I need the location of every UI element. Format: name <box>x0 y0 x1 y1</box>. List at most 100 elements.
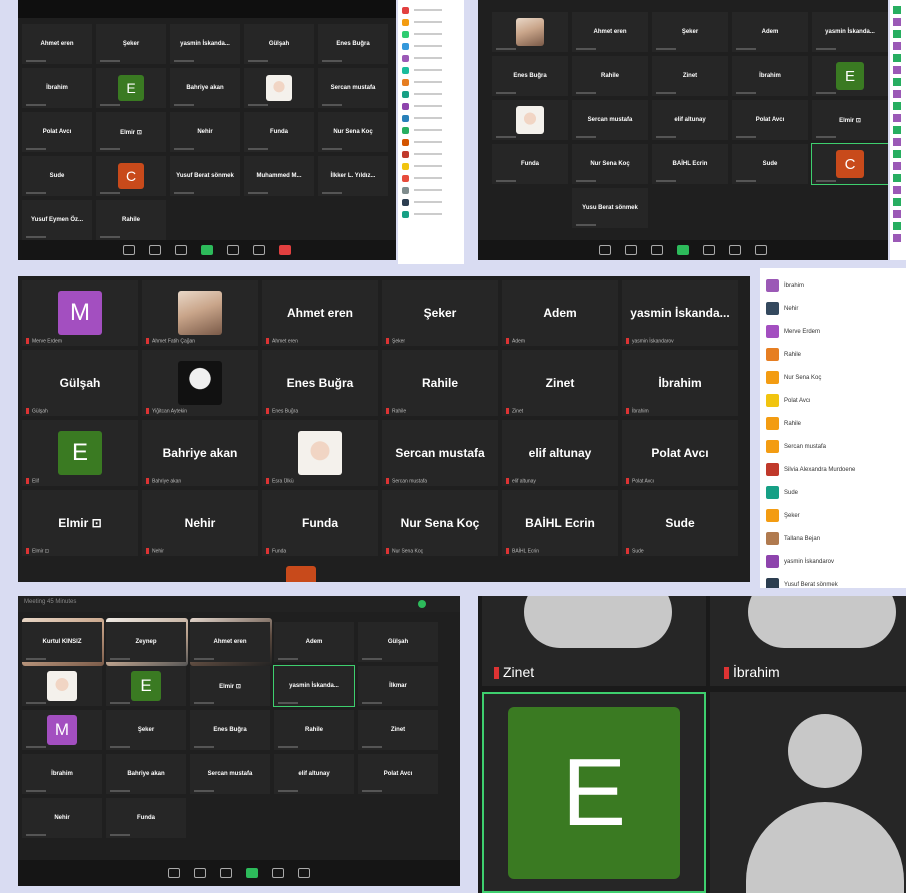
participant-list-item[interactable] <box>398 136 464 148</box>
participant-tile[interactable]: Zinet <box>482 596 706 686</box>
participant-tile[interactable]: Rahile <box>274 710 354 750</box>
participants-icon[interactable] <box>175 245 187 255</box>
participant-tile[interactable]: Nehir <box>22 798 102 838</box>
participant-tile[interactable]: Nur Sena Koç <box>572 144 648 184</box>
participant-tile[interactable]: Adem <box>274 622 354 662</box>
participant-tile[interactable]: Sercan mustafa <box>190 754 270 794</box>
participant-tile[interactable]: Polat Avcı <box>358 754 438 794</box>
participant-tile[interactable]: Muhammed M... <box>244 156 314 196</box>
participant-tile[interactable]: Funda <box>244 112 314 152</box>
participant-tile[interactable]: C <box>96 156 166 196</box>
participant-tile[interactable]: elif altunay <box>652 100 728 140</box>
participant-tile[interactable]: Sercan mustafa <box>318 68 388 108</box>
participant-tile[interactable]: E Elif <box>22 420 138 486</box>
participant-tile[interactable]: Nehir Nehir <box>142 490 258 556</box>
participant-tile[interactable]: Elmir ⊡ Elmir ⊡ <box>22 490 138 556</box>
participant-tile[interactable]: Yusu Berat sönmek <box>572 188 648 228</box>
participant-list-item[interactable]: Silvia Alexandra Murdoene <box>760 458 906 481</box>
participant-tile[interactable]: Yiğitcan Aytekin <box>142 350 258 416</box>
participant-tile[interactable] <box>710 692 906 893</box>
chat-icon[interactable] <box>220 868 232 878</box>
participant-tile[interactable]: elif altunay <box>274 754 354 794</box>
participant-list-item[interactable] <box>398 148 464 160</box>
participant-tile[interactable]: Gülşah Gülşah <box>22 350 138 416</box>
participant-tile[interactable]: Yusuf Berat sönmek <box>170 156 240 196</box>
participant-tile[interactable]: Ahmet eren Ahmet eren <box>262 280 378 346</box>
participant-tile[interactable]: BAİHL Ecrin BAİHL Ecrin <box>502 490 618 556</box>
video-icon[interactable] <box>149 245 161 255</box>
participants-icon[interactable] <box>168 868 180 878</box>
participant-tile[interactable]: Sude <box>22 156 92 196</box>
participant-tile[interactable]: Sercan mustafa Sercan mustafa <box>382 420 498 486</box>
participant-tile[interactable]: Şeker <box>652 12 728 52</box>
participant-tile[interactable]: Polat Avcı Polat Avcı <box>622 420 738 486</box>
participant-tile[interactable]: yasmin İskanda... <box>812 12 888 52</box>
share-icon[interactable] <box>246 868 258 878</box>
participant-tile[interactable]: Zeynep <box>106 622 186 662</box>
chat-icon[interactable] <box>227 245 239 255</box>
participant-tile[interactable]: İbrahim <box>22 754 102 794</box>
participant-tile[interactable] <box>492 12 568 52</box>
participant-tile[interactable]: Şeker Şeker <box>382 280 498 346</box>
participant-list-item[interactable]: Rahile <box>760 343 906 366</box>
participant-tile[interactable]: BAİHL Ecrin <box>652 144 728 184</box>
participant-tile[interactable]: Şeker <box>96 24 166 64</box>
participant-list-item[interactable] <box>398 40 464 52</box>
participant-tile[interactable]: Esra Ülkü <box>262 420 378 486</box>
mute-icon[interactable] <box>123 245 135 255</box>
more-icon[interactable] <box>298 868 310 878</box>
view-icon[interactable] <box>418 600 426 608</box>
participant-list-item[interactable] <box>398 112 464 124</box>
participant-tile[interactable]: Enes Buğra <box>318 24 388 64</box>
participant-list-item[interactable] <box>398 160 464 172</box>
participant-list-item[interactable]: İbrahim <box>760 274 906 297</box>
participant-tile[interactable]: M <box>22 710 102 750</box>
participant-list-item[interactable]: Sude <box>760 481 906 504</box>
participant-tile[interactable]: İlkker L. Yıldız... <box>318 156 388 196</box>
polls-icon[interactable] <box>194 868 206 878</box>
participant-tile[interactable]: Sude <box>732 144 808 184</box>
participant-tile[interactable] <box>22 666 102 706</box>
participant-tile[interactable]: Sude Sude <box>622 490 738 556</box>
participant-tile[interactable]: Elmir ⊡ <box>96 112 166 152</box>
participant-tile[interactable]: Nur Sena Koç <box>318 112 388 152</box>
participant-list-item[interactable]: Rahile <box>760 412 906 435</box>
participant-list-item[interactable] <box>398 208 464 220</box>
participant-tile[interactable]: Gülşah <box>244 24 314 64</box>
participant-tile[interactable] <box>492 100 568 140</box>
participant-tile[interactable]: İbrahim <box>22 68 92 108</box>
participant-tile[interactable]: Yusuf Eymen Öz... <box>22 200 92 240</box>
participant-tile[interactable]: elif altunay elif altunay <box>502 420 618 486</box>
participant-list-item[interactable]: Sercan mustafa <box>760 435 906 458</box>
video-icon[interactable] <box>625 245 637 255</box>
participant-tile[interactable]: Enes Buğra Enes Buğra <box>262 350 378 416</box>
participant-tile[interactable]: M Merve Erdem <box>22 280 138 346</box>
participant-tile[interactable]: Ahmet Fatih Çağan <box>142 280 258 346</box>
participant-tile[interactable]: Adem <box>732 12 808 52</box>
participant-tile[interactable]: İbrahim İbrahim <box>622 350 738 416</box>
chat-icon[interactable] <box>703 245 715 255</box>
participant-list-item[interactable] <box>398 4 464 16</box>
mute-icon[interactable] <box>599 245 611 255</box>
participants-icon[interactable] <box>651 245 663 255</box>
participant-list-item[interactable] <box>398 196 464 208</box>
participant-tile[interactable]: Zinet <box>358 710 438 750</box>
participant-tile[interactable]: Ahmet eren <box>190 622 270 662</box>
apps-icon[interactable] <box>272 868 284 878</box>
participant-tile[interactable]: Bahriye akan <box>170 68 240 108</box>
participant-tile[interactable]: Rahile <box>572 56 648 96</box>
participant-list-item[interactable] <box>398 76 464 88</box>
participant-list-item[interactable]: yasmin İskandarov <box>760 550 906 573</box>
participant-tile[interactable]: Elmir ⊡ <box>190 666 270 706</box>
participant-tile[interactable]: Elmir ⊡ <box>812 100 888 140</box>
participant-tile[interactable] <box>492 188 568 228</box>
participant-tile[interactable]: İbrahim <box>732 56 808 96</box>
participant-list-item[interactable]: Merve Erdem <box>760 320 906 343</box>
participant-tile[interactable]: Nehir <box>170 112 240 152</box>
participant-tile[interactable]: E <box>106 666 186 706</box>
participant-list-item[interactable] <box>398 52 464 64</box>
participant-tile[interactable]: yasmin İskanda... <box>273 665 355 707</box>
participant-tile[interactable]: Sercan mustafa <box>572 100 648 140</box>
participant-tile[interactable]: Funda Funda <box>262 490 378 556</box>
participant-tile[interactable]: Rahile <box>96 200 166 240</box>
